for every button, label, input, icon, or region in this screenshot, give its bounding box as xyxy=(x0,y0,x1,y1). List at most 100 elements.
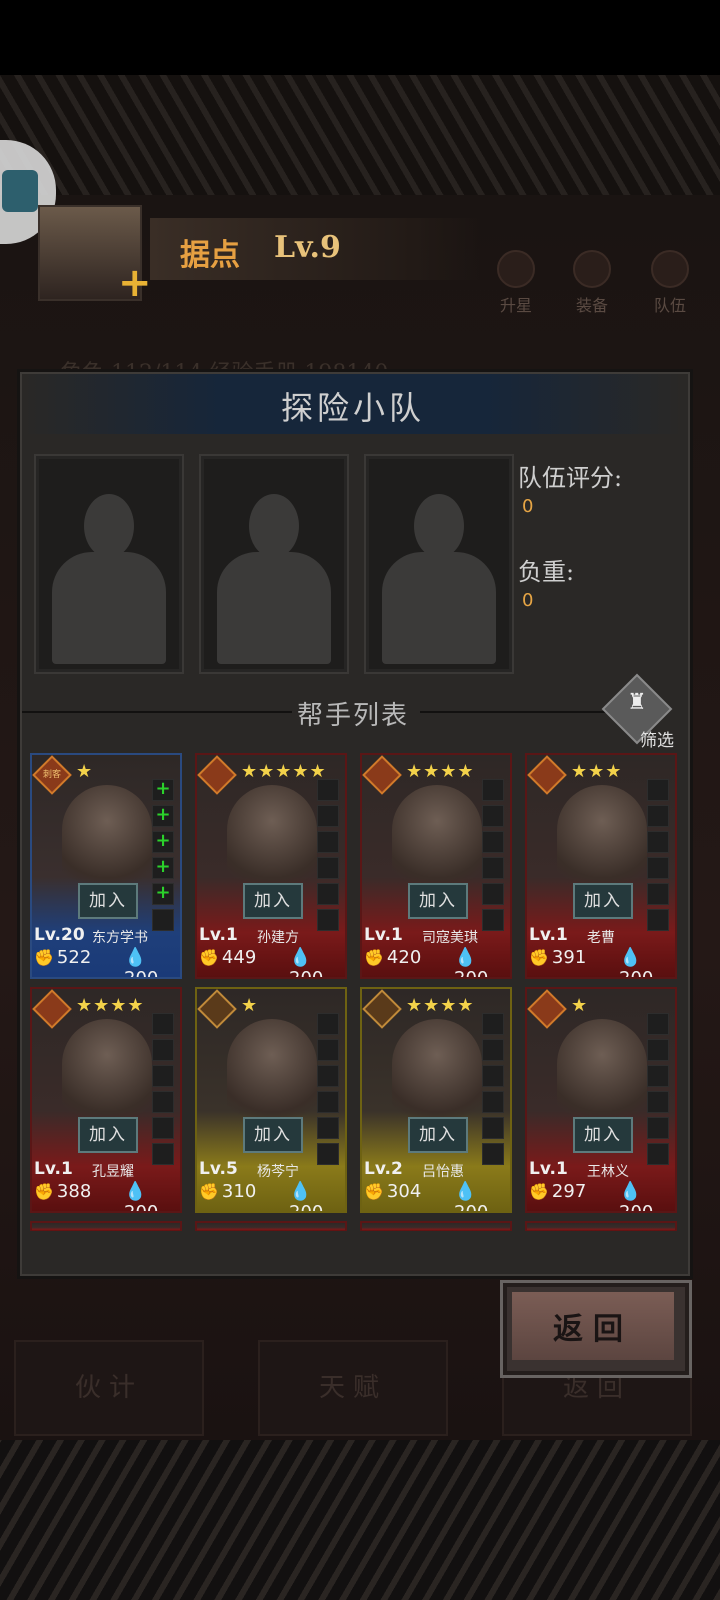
team-button[interactable]: 队伍 xyxy=(640,250,700,316)
talent-button[interactable]: 天赋 xyxy=(258,1340,448,1436)
join-button[interactable]: 加入 xyxy=(78,883,138,919)
power: ✊ 391 xyxy=(529,947,587,968)
level: Lv.5 xyxy=(199,1159,238,1179)
weight: 💧200 xyxy=(124,1181,159,1213)
fist-icon: ✊ xyxy=(364,1182,384,1201)
back-button-label[interactable]: 返回 xyxy=(512,1304,674,1348)
character-name: 杨芩宁 xyxy=(257,1164,299,1180)
power: ✊ 310 xyxy=(199,1181,257,1202)
weight: 💧200 xyxy=(454,947,489,979)
upgrade-button[interactable]: 升星 xyxy=(486,250,546,316)
star-rating: ★ xyxy=(571,995,589,1016)
bottom-decor-pattern xyxy=(0,1440,720,1600)
team-slot-1[interactable] xyxy=(34,454,184,674)
skill-slots xyxy=(317,779,339,935)
plus-icon: + xyxy=(152,883,174,905)
fist-icon: ✊ xyxy=(199,948,219,967)
drop-icon: 💧 xyxy=(124,1181,147,1202)
join-button[interactable]: 加入 xyxy=(573,1117,633,1153)
fist-icon: ✊ xyxy=(199,1182,219,1201)
skill-slots xyxy=(647,1013,669,1169)
skill-slots xyxy=(482,779,504,935)
weight: 💧200 xyxy=(289,1181,324,1213)
team-slot-3[interactable] xyxy=(364,454,514,674)
empty-member-silhouette-icon xyxy=(52,494,166,664)
power: ✊ 297 xyxy=(529,1181,587,1202)
flag-icon xyxy=(651,250,689,288)
class-tag-icon xyxy=(527,755,567,795)
weight: 💧200 xyxy=(454,1181,489,1213)
join-button[interactable]: 加入 xyxy=(408,1117,468,1153)
class-tag-icon xyxy=(527,989,567,1029)
load-label: 负重: xyxy=(518,558,575,586)
helper-card-partial[interactable] xyxy=(195,1221,347,1231)
character-name: 老曹 xyxy=(587,930,615,946)
weight: 💧200 xyxy=(619,947,654,979)
helper-card[interactable]: ★★★ 加入 Lv.1 老曹 ✊ 391 💧200 xyxy=(525,753,677,979)
top-decor-pattern xyxy=(0,75,720,195)
drop-icon: 💧 xyxy=(289,947,312,968)
plus-icon: + xyxy=(152,831,174,853)
skill-slots xyxy=(317,1013,339,1169)
power: ✊ 522 xyxy=(34,947,92,968)
base-name: 据点 xyxy=(180,238,240,273)
equipment-button[interactable]: 装备 xyxy=(562,250,622,316)
join-button[interactable]: 加入 xyxy=(243,883,303,919)
helper-list-title: 帮手列表 xyxy=(296,701,409,731)
drop-icon: 💧 xyxy=(619,947,642,968)
power: ✊ 304 xyxy=(364,1181,422,1202)
fist-icon: ✊ xyxy=(529,1182,549,1201)
weight: 💧200 xyxy=(124,947,159,979)
helper-card-partial[interactable] xyxy=(525,1221,677,1231)
fist-icon: ✊ xyxy=(34,1182,54,1201)
character-name: 王林义 xyxy=(587,1164,629,1180)
join-button[interactable]: 加入 xyxy=(243,1117,303,1153)
level: Lv.1 xyxy=(364,925,403,945)
partner-button[interactable]: 伙计 xyxy=(14,1340,204,1436)
level: Lv.1 xyxy=(529,925,568,945)
filter-icon: ♜ xyxy=(627,690,647,715)
class-tag-icon xyxy=(32,989,72,1029)
level: Lv.1 xyxy=(529,1159,568,1179)
class-tag-icon xyxy=(197,755,237,795)
helper-card[interactable]: ★★★★ 加入 Lv.1 孔昱耀 ✊ 388 💧200 xyxy=(30,987,182,1213)
class-tag-icon xyxy=(362,755,402,795)
class-tag-icon xyxy=(362,989,402,1029)
empty-member-silhouette-icon xyxy=(382,494,496,664)
drop-icon: 💧 xyxy=(124,947,147,968)
helper-card[interactable]: ★★★★ 加入 Lv.1 司寇美琪 ✊ 420 💧200 xyxy=(360,753,512,979)
team-score-value: 0 xyxy=(522,496,534,517)
level: Lv.2 xyxy=(364,1159,403,1179)
helper-card[interactable]: ★★★★ 加入 Lv.2 吕怡惠 ✊ 304 💧200 xyxy=(360,987,512,1213)
character-name: 司寇美琪 xyxy=(422,930,478,946)
skill-slots xyxy=(152,1013,174,1169)
join-button[interactable]: 加入 xyxy=(78,1117,138,1153)
filter-label[interactable]: 筛选 xyxy=(640,726,674,751)
star-rating: ★★★ xyxy=(571,761,623,782)
skill-slots xyxy=(647,779,669,935)
app-logo-icon xyxy=(2,170,38,212)
star-rating: ★★★★★ xyxy=(241,761,327,782)
helper-card-partial[interactable] xyxy=(360,1221,512,1231)
empty-member-silhouette-icon xyxy=(217,494,331,664)
skill-slots xyxy=(482,1013,504,1169)
helper-card[interactable]: 刺客 ★ + + + + + 加入 Lv.20 东方学书 ✊ 522 💧200 xyxy=(30,753,182,979)
helper-card-partial[interactable] xyxy=(30,1221,182,1231)
join-button[interactable]: 加入 xyxy=(408,883,468,919)
star-rating: ★★★★ xyxy=(406,995,475,1016)
helper-card[interactable]: ★★★★★ 加入 Lv.1 孙建方 ✊ 449 💧200 xyxy=(195,753,347,979)
fist-icon: ✊ xyxy=(34,948,54,967)
team-slot-2[interactable] xyxy=(199,454,349,674)
load-value: 0 xyxy=(522,590,534,611)
helper-card[interactable]: ★ 加入 Lv.5 杨芩宁 ✊ 310 💧200 xyxy=(195,987,347,1213)
plus-icon[interactable]: + xyxy=(118,263,152,303)
drop-icon: 💧 xyxy=(454,1181,477,1202)
status-bar-area xyxy=(0,0,720,75)
helper-card[interactable]: ★ 加入 Lv.1 王林义 ✊ 297 💧200 xyxy=(525,987,677,1213)
character-name: 吕怡惠 xyxy=(422,1164,464,1180)
join-button[interactable]: 加入 xyxy=(573,883,633,919)
power: ✊ 449 xyxy=(199,947,257,968)
plus-icon: + xyxy=(152,779,174,801)
upgrade-icon xyxy=(497,250,535,288)
drop-icon: 💧 xyxy=(289,1181,312,1202)
